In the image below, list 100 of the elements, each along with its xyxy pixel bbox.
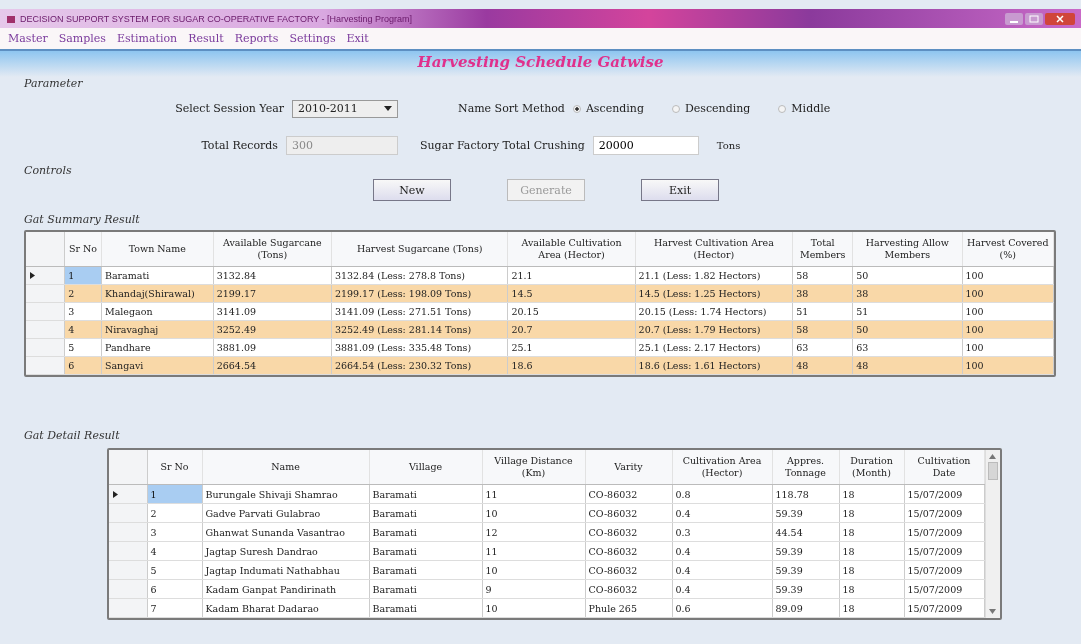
menu-item[interactable]: Settings bbox=[289, 32, 336, 45]
column-header[interactable]: Available Sugarcane (Tons) bbox=[213, 232, 332, 267]
table-cell: 51 bbox=[852, 302, 962, 321]
current-row-icon bbox=[113, 490, 118, 498]
table-cell: 18 bbox=[839, 522, 904, 542]
table-cell: 63 bbox=[852, 338, 962, 357]
table-cell: Malegaon bbox=[101, 302, 214, 321]
current-row-icon bbox=[30, 272, 35, 279]
table-cell: 3 bbox=[64, 302, 102, 321]
crushing-field[interactable]: 20000 bbox=[592, 136, 699, 155]
scrollbar-thumb[interactable] bbox=[987, 462, 998, 480]
field-label: Sugar Factory Total Crushing bbox=[420, 139, 585, 152]
column-header[interactable]: Appres. Tonnage bbox=[772, 450, 839, 485]
table-cell: 15/07/2009 bbox=[904, 503, 984, 523]
table-cell: 18 bbox=[839, 503, 904, 523]
table-cell: 18 bbox=[839, 579, 904, 599]
table-cell: 51 bbox=[792, 302, 853, 321]
table-cell: 100 bbox=[962, 338, 1054, 357]
table-cell: 0.4 bbox=[672, 503, 772, 523]
column-header[interactable]: Village bbox=[369, 450, 482, 485]
table-cell: 7 bbox=[147, 598, 202, 618]
column-header[interactable]: Name bbox=[202, 450, 369, 485]
table-cell: Ghanwat Sunanda Vasantrao bbox=[202, 522, 369, 542]
table-cell: 50 bbox=[852, 266, 962, 285]
table-cell: Baramati bbox=[369, 598, 482, 618]
column-header[interactable]: Varity bbox=[585, 450, 672, 485]
table-cell: 2 bbox=[147, 503, 202, 523]
menu-item[interactable]: Master bbox=[8, 32, 48, 45]
column-header[interactable]: Cultivation Area (Hector) bbox=[672, 450, 772, 485]
table-cell: 0.8 bbox=[672, 484, 772, 504]
menu-item[interactable]: Estimation bbox=[116, 32, 178, 45]
table-cell: Jagtap Suresh Dandrao bbox=[202, 541, 369, 561]
table-cell: 3 bbox=[147, 522, 202, 542]
table-cell: 15/07/2009 bbox=[904, 579, 984, 599]
table-cell: 44.54 bbox=[772, 522, 839, 542]
column-header[interactable]: Village Distance (Km) bbox=[482, 450, 585, 485]
column-header[interactable]: Harvesting Allow Members bbox=[852, 232, 962, 267]
column-header[interactable]: Sr No bbox=[64, 232, 102, 267]
column-header[interactable]: Harvest Covered (%) bbox=[962, 232, 1054, 267]
table-cell: Baramati bbox=[101, 266, 214, 285]
table-cell: 18 bbox=[839, 598, 904, 618]
table-cell: 20.15 bbox=[508, 302, 636, 321]
field-label: Total Records bbox=[201, 139, 278, 152]
column-header[interactable]: Town Name bbox=[101, 232, 214, 267]
column-header[interactable]: Available Cultivation Area (Hector) bbox=[508, 232, 636, 267]
action-button[interactable]: Exit bbox=[641, 179, 719, 201]
table-cell: 0.6 bbox=[672, 598, 772, 618]
table-cell: 0.4 bbox=[672, 541, 772, 561]
table-cell: 5 bbox=[64, 338, 102, 357]
table-cell: 100 bbox=[962, 266, 1054, 285]
table-cell: 15/07/2009 bbox=[904, 522, 984, 542]
action-button[interactable]: New bbox=[373, 179, 451, 201]
column-header[interactable]: Harvest Sugarcane (Tons) bbox=[331, 232, 508, 267]
minimize-icon[interactable] bbox=[1005, 12, 1023, 25]
table-cell: CO-86032 bbox=[585, 503, 672, 523]
column-header[interactable]: Duration (Month) bbox=[839, 450, 904, 485]
scroll-up-icon[interactable] bbox=[989, 454, 996, 459]
close-icon[interactable] bbox=[1045, 12, 1075, 25]
column-header[interactable]: Harvest Cultivation Area (Hector) bbox=[635, 232, 793, 267]
table-cell: Burungale Shivaji Shamrao bbox=[202, 484, 369, 504]
session-year-dropdown[interactable]: 2010-2011 bbox=[292, 99, 398, 118]
table-cell: 59.39 bbox=[772, 579, 839, 599]
table-cell: 10 bbox=[482, 598, 585, 618]
section-heading: Parameter bbox=[24, 77, 83, 90]
menu-item[interactable]: Samples bbox=[58, 32, 106, 45]
table-cell: 58 bbox=[792, 266, 853, 285]
column-header[interactable]: Total Members bbox=[792, 232, 853, 267]
table-cell: Gadve Parvati Gulabrao bbox=[202, 503, 369, 523]
table-cell: 25.1 bbox=[508, 338, 636, 357]
scroll-down-icon[interactable] bbox=[989, 609, 996, 614]
maximize-icon[interactable] bbox=[1025, 12, 1043, 25]
table-cell: 3132.84 bbox=[213, 266, 332, 285]
table-cell: 3141.09 (Less: 271.51 Tons) bbox=[331, 302, 508, 321]
radio-option[interactable]: Ascending bbox=[572, 102, 644, 115]
column-header[interactable]: Sr No bbox=[147, 450, 202, 485]
menu-item[interactable]: Result bbox=[188, 32, 224, 45]
table-cell: 118.78 bbox=[772, 484, 839, 504]
table-cell: 59.39 bbox=[772, 560, 839, 580]
table-cell: 5 bbox=[147, 560, 202, 580]
table-cell: Baramati bbox=[369, 560, 482, 580]
menu-item[interactable]: Exit bbox=[346, 32, 369, 45]
table-cell: Baramati bbox=[369, 503, 482, 523]
table-cell: 63 bbox=[792, 338, 853, 357]
table-cell: 18 bbox=[839, 541, 904, 561]
table-cell: 18 bbox=[839, 484, 904, 504]
table-cell: Jagtap Indumati Nathabhau bbox=[202, 560, 369, 580]
field-label: Name Sort Method bbox=[458, 102, 565, 115]
radio-option[interactable]: Middle bbox=[778, 102, 831, 115]
menu-item[interactable]: Reports bbox=[234, 32, 279, 45]
column-header[interactable]: Cultivation Date bbox=[904, 450, 984, 485]
table-cell: Baramati bbox=[369, 484, 482, 504]
table-cell: Phule 265 bbox=[585, 598, 672, 618]
table-cell: 0.3 bbox=[672, 522, 772, 542]
radio-option[interactable]: Descending bbox=[671, 102, 751, 115]
table-cell: 100 bbox=[962, 302, 1054, 321]
table-cell: 12 bbox=[482, 522, 585, 542]
table-cell: 15/07/2009 bbox=[904, 598, 984, 618]
table-cell: 9 bbox=[482, 579, 585, 599]
table-cell: 59.39 bbox=[772, 503, 839, 523]
section-heading: Gat Summary Result bbox=[24, 213, 140, 226]
